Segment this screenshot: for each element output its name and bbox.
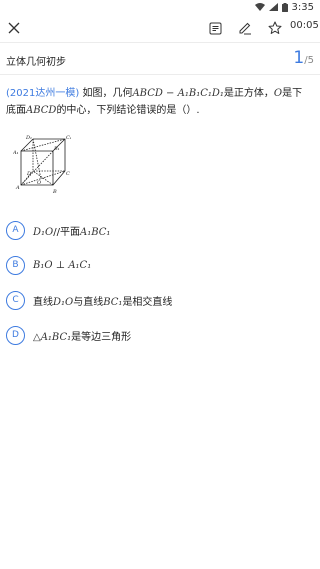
option-label: //平面 [53, 226, 80, 238]
question-math: ABCD − A₁B₁C₁D₁ [132, 88, 224, 99]
figure-label: C [66, 171, 70, 177]
figure-label: A₁ [13, 150, 19, 156]
figure-label: B₁ [53, 146, 60, 152]
option-text: B₁O ⊥ A₁C₁ [33, 260, 91, 271]
option-letter[interactable]: B [6, 255, 25, 275]
question-math: O [273, 88, 283, 99]
section-title: 立体几何初步 [6, 57, 66, 68]
option-math: B₁O ⊥ A₁C₁ [33, 259, 92, 271]
current-question-number: 1 [293, 48, 305, 68]
option-math: BC₁ [103, 296, 123, 308]
figure-label: C₁ [66, 135, 71, 141]
timer-display[interactable]: 00:05 [290, 20, 319, 31]
answer-card-button[interactable] [203, 16, 227, 40]
figure-label: A [15, 185, 20, 191]
close-icon [8, 22, 20, 34]
cube-figure: D₁ C₁ A₁ B₁ D C O A B [13, 135, 71, 195]
option-a[interactable]: A D₁O//平面A₁BC₁ [6, 219, 110, 241]
toolbar-divider [0, 42, 320, 43]
question-text: 是正方体， [223, 88, 274, 99]
question-text: 的中心，下列结论错误的是（）. [56, 105, 200, 116]
figure-label: B [52, 189, 57, 195]
close-button[interactable] [2, 16, 26, 40]
question-math: ABCD [26, 105, 57, 116]
total-question-count: 5 [307, 55, 314, 66]
option-text: △A₁BC₁是等边三角形 [33, 328, 131, 343]
option-math: D₁O [53, 296, 74, 308]
pencil-icon [239, 22, 251, 35]
status-time: 3:35 [291, 1, 314, 13]
option-b[interactable]: B B₁O ⊥ A₁C₁ [6, 254, 91, 276]
battery-icon [281, 2, 288, 12]
option-label: 是等边三角形 [71, 331, 132, 343]
option-letter[interactable]: C [6, 290, 25, 310]
signal-icon [268, 3, 278, 11]
figure-label: O [37, 180, 41, 186]
status-bar: 3:35 [0, 0, 320, 14]
option-label: 与直线 [73, 296, 104, 308]
option-c[interactable]: C 直线D₁O与直线BC₁是相交直线 [6, 289, 172, 311]
wifi-icon [254, 3, 265, 11]
favorite-button[interactable] [263, 16, 287, 40]
star-outline-icon [268, 21, 282, 34]
option-math: D₁O [33, 226, 54, 238]
option-label: 是相交直线 [122, 296, 173, 308]
header-divider [0, 74, 320, 75]
figure-label: D₁ [25, 135, 32, 141]
option-math: A₁BC₁ [79, 226, 111, 238]
option-letter[interactable]: D [6, 325, 25, 345]
question-source-tag[interactable]: (2021达州一模) [6, 88, 79, 99]
question-stem: (2021达州一模) 如图，几何ABCD − A₁B₁C₁D₁是正方体，O是下底… [6, 85, 311, 119]
edit-button[interactable] [233, 16, 257, 40]
figure-label: D [26, 171, 31, 177]
option-text: D₁O//平面A₁BC₁ [33, 223, 110, 238]
option-d[interactable]: D △A₁BC₁是等边三角形 [6, 324, 131, 346]
option-label: 直线 [33, 296, 53, 308]
option-letter[interactable]: A [6, 220, 25, 240]
toolbar: 00:05 [0, 14, 320, 42]
answer-card-icon [209, 22, 221, 34]
question-counter: 1 / 5 [293, 48, 314, 68]
option-text: 直线D₁O与直线BC₁是相交直线 [33, 293, 172, 308]
question-text: 如图，几何 [82, 88, 133, 99]
option-math: △A₁BC₁ [33, 331, 72, 343]
